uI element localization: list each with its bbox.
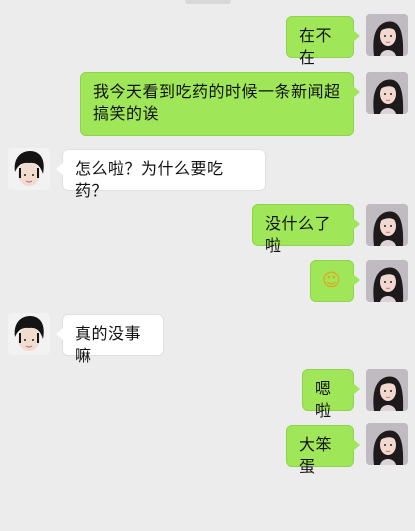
- friend-avatar[interactable]: [8, 313, 50, 355]
- my-message-bubble[interactable]: 嗯啦: [302, 369, 360, 420]
- avatar-girl-icon: [366, 369, 408, 411]
- my-avatar[interactable]: [366, 14, 408, 56]
- avatar-boy-icon: [8, 148, 50, 190]
- avatar-girl-icon: [366, 260, 408, 302]
- smiling-blush-emoji-icon: ☺: [322, 270, 342, 291]
- my-avatar[interactable]: [366, 260, 408, 302]
- my-emoji-bubble[interactable]: ☺: [310, 260, 360, 302]
- avatar-girl-icon: [366, 423, 408, 465]
- avatar-girl-icon: [366, 72, 408, 114]
- my-avatar[interactable]: [366, 72, 408, 114]
- my-message-bubble[interactable]: 我今天看到吃药的时候一条新闻超搞笑的诶: [80, 72, 360, 136]
- my-message-bubble[interactable]: 在不在: [286, 16, 360, 67]
- my-message-bubble[interactable]: 没什么了啦: [252, 204, 360, 255]
- top-edge: [185, 0, 231, 4]
- avatar-girl-icon: [366, 204, 408, 246]
- avatar-boy-icon: [8, 313, 50, 355]
- friend-avatar[interactable]: [8, 148, 50, 190]
- my-avatar[interactable]: [366, 423, 408, 465]
- my-avatar[interactable]: [366, 204, 408, 246]
- friend-message-bubble[interactable]: 真的没事嘛: [56, 314, 164, 365]
- avatar-girl-icon: [366, 14, 408, 56]
- chat-area: 在不在 我今天看到吃药的时候一条新闻超搞笑的诶 怎么啦？为什么要吃药？ 没什么了…: [0, 0, 415, 531]
- my-avatar[interactable]: [366, 369, 408, 411]
- friend-message-bubble[interactable]: 怎么啦？为什么要吃药？: [56, 149, 266, 200]
- my-message-bubble[interactable]: 大笨蛋: [286, 425, 360, 476]
